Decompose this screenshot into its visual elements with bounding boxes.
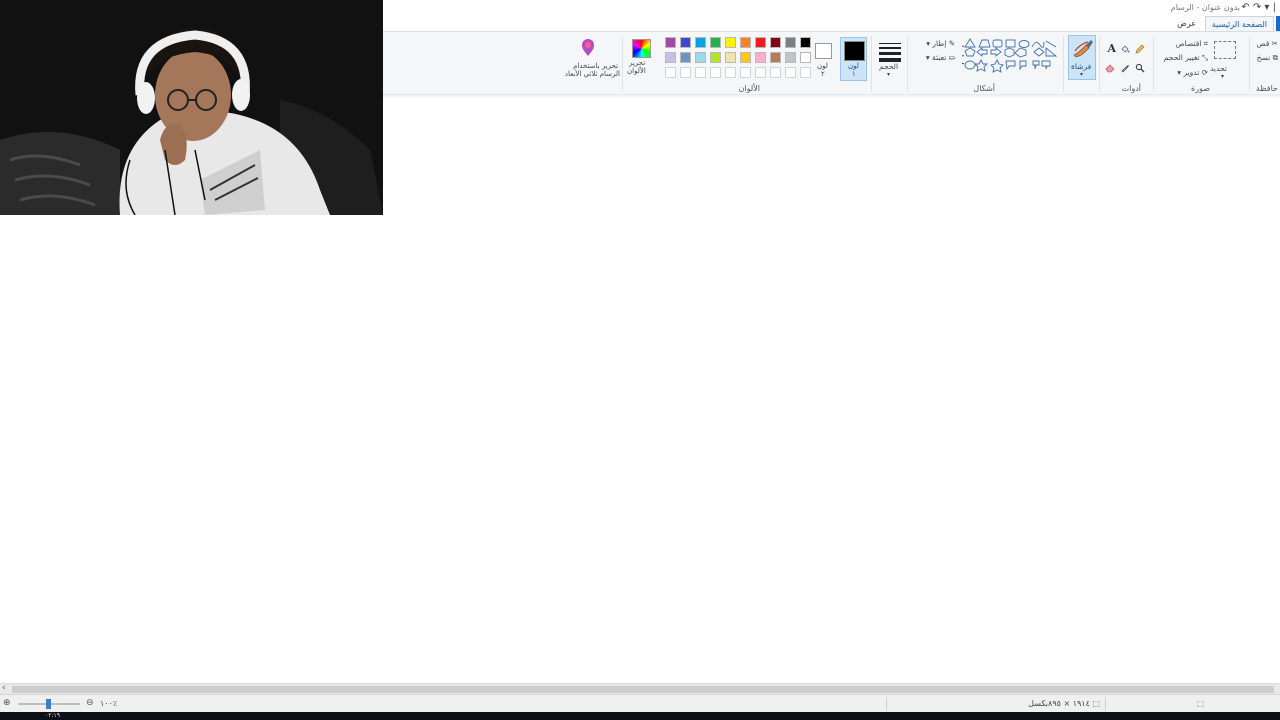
webcam-person-image — [0, 0, 383, 215]
palette-color-swatch[interactable] — [665, 52, 676, 63]
dimensions-icon: ⬚ — [1092, 699, 1100, 708]
chevron-down-icon: ▾ — [887, 71, 891, 78]
scrollbar-thumb[interactable] — [12, 686, 1274, 693]
palette-color-swatch[interactable] — [710, 37, 721, 48]
palette-color-swatch[interactable] — [770, 52, 781, 63]
color-picker-icon[interactable] — [1120, 63, 1130, 73]
color-wheel-icon — [632, 39, 651, 58]
palette-color-swatch[interactable] — [755, 37, 766, 48]
palette-color-swatch[interactable] — [740, 37, 751, 48]
palette-custom-swatch[interactable] — [680, 67, 691, 78]
palette-color-swatch[interactable] — [665, 37, 676, 48]
palette-custom-swatch[interactable] — [740, 67, 751, 78]
palette-color-swatch[interactable] — [740, 52, 751, 63]
brush-icon — [1073, 40, 1093, 58]
color1-swatch — [844, 41, 865, 61]
zoom-slider-thumb[interactable] — [46, 699, 51, 709]
fill-bucket-icon[interactable] — [1120, 44, 1130, 54]
clipboard-group-label: حافظة — [1255, 84, 1278, 93]
shapes-group-label: أشكال — [973, 84, 995, 93]
taskbar: ٠٢:١٩ — [0, 712, 1280, 720]
chevron-down-icon: ▾ — [1080, 71, 1084, 78]
palette-color-swatch[interactable] — [755, 52, 766, 63]
copy-icon: ⧉ — [1272, 53, 1278, 62]
color2-button[interactable]: لون ٢ — [811, 37, 835, 81]
palette-color-swatch[interactable] — [785, 52, 796, 63]
copy-button[interactable]: ⧉ نسخ — [1257, 53, 1278, 63]
rotate-icon: ⟳ — [1201, 68, 1208, 77]
chevron-down-icon: ▾ — [1177, 68, 1182, 77]
outline-button[interactable]: ✎ إطار ▾ — [926, 39, 955, 48]
rotate-button[interactable]: ⟳ تدوير ▾ — [1177, 68, 1208, 77]
palette-custom-swatch[interactable] — [800, 67, 811, 78]
chevron-down-icon: ▾ — [925, 53, 930, 62]
palette-custom-swatch[interactable] — [725, 67, 736, 78]
scroll-left-arrow-icon[interactable]: ‹ — [2, 683, 6, 693]
tab-home[interactable]: الصفحة الرئيسية — [1204, 16, 1274, 32]
chevron-down-icon: ▾ — [1221, 73, 1225, 80]
palette-color-swatch[interactable] — [680, 52, 691, 63]
palette-color-swatch[interactable] — [695, 52, 706, 63]
selection-size-icon: ⬚ — [1196, 699, 1204, 708]
crop-button[interactable]: ⌗ اقتصاص — [1176, 39, 1208, 49]
cut-button[interactable]: ✂ قص — [1257, 39, 1278, 48]
edit-with-paint3d-button[interactable]: تحرير باستخدام الرسام ثلاثي الأبعاد — [558, 37, 620, 81]
palette-color-swatch[interactable] — [695, 37, 706, 48]
fill-icon: ⛀ — [948, 53, 955, 62]
ribbon-tabs: الصفحة الرئيسية عرض — [383, 16, 1280, 32]
crop-icon: ⌗ — [1203, 39, 1208, 48]
palette-color-swatch[interactable] — [680, 37, 691, 48]
palette-custom-swatch[interactable] — [785, 67, 796, 78]
palette-color-swatch[interactable] — [800, 37, 811, 48]
resize-button[interactable]: ⤡ تغيير الحجم — [1164, 53, 1208, 63]
chevron-down-icon: ▾ — [926, 39, 930, 48]
quick-access-toolbar[interactable]: ↶ ↷ ▾ | — [1241, 2, 1276, 13]
status-bar: ⊕ ⊖ ١٠٠٪ ⬚ ١٩١٤ × ٨٩٥بكسل ⬚ — [0, 694, 1280, 713]
color1-button[interactable]: لون ١ — [840, 37, 867, 81]
palette-custom-swatch[interactable] — [755, 67, 766, 78]
file-tab-edge[interactable] — [1276, 16, 1280, 31]
select-button[interactable]: تحديد ▾ — [1210, 37, 1238, 80]
palette-custom-swatch[interactable] — [770, 67, 781, 78]
webcam-overlay — [0, 0, 383, 215]
paint3d-icon — [582, 39, 594, 56]
title-bar: بدون عنوان - الرسام ↶ ↷ ▾ | — [383, 0, 1280, 16]
colors-group-label: الألوان — [738, 84, 760, 93]
scissors-icon: ✂ — [1271, 39, 1278, 48]
window-title: بدون عنوان - الرسام — [1170, 3, 1240, 12]
image-dimensions: ⬚ ١٩١٤ × ٨٩٥بكسل — [1028, 699, 1100, 708]
palette-custom-swatch[interactable] — [695, 67, 706, 78]
zoom-in-icon[interactable]: ⊕ — [3, 698, 11, 708]
taskbar-clock: ٠٢:١٩ — [45, 712, 60, 719]
fill-button[interactable]: ⛀ تعبئة ▾ — [926, 53, 955, 62]
size-button[interactable]: الحجم ▾ — [876, 37, 904, 81]
palette-color-swatch[interactable] — [785, 37, 796, 48]
resize-icon: ⤡ — [1202, 53, 1208, 62]
palette-custom-swatch[interactable] — [710, 67, 721, 78]
shapes-icons — [962, 38, 1058, 73]
palette-color-swatch[interactable] — [800, 52, 811, 63]
eraser-icon[interactable] — [1105, 63, 1115, 73]
image-group-label: صورة — [1191, 84, 1210, 93]
outline-pen-icon: ✎ — [948, 39, 955, 48]
brushes-button[interactable]: فرشاة ▾ — [1068, 35, 1096, 80]
palette-custom-swatch[interactable] — [665, 67, 676, 78]
ribbon: ✂ قص ⧉ نسخ حافظة تحديد ▾ ⌗ اقتصاص ⤡ تغيي… — [383, 31, 1280, 96]
palette-color-swatch[interactable] — [710, 52, 721, 63]
edit-colors-button[interactable]: تحرير الألوان — [626, 37, 656, 81]
zoom-level: ١٠٠٪ — [100, 699, 118, 708]
palette-color-swatch[interactable] — [770, 37, 781, 48]
tab-view[interactable]: عرض — [1171, 16, 1202, 31]
select-rectangle-icon — [1214, 41, 1236, 59]
magnifier-icon[interactable] — [1135, 63, 1145, 73]
pencil-icon[interactable] — [1135, 44, 1145, 54]
color-palette — [661, 37, 811, 82]
tools-group-label: أدوات — [1121, 84, 1141, 93]
shapes-gallery[interactable] — [962, 37, 1060, 79]
color2-swatch — [815, 43, 832, 59]
palette-color-swatch[interactable] — [725, 37, 736, 48]
palette-color-swatch[interactable] — [725, 52, 736, 63]
zoom-out-icon[interactable]: ⊖ — [86, 698, 94, 708]
text-tool-icon[interactable]: A — [1107, 42, 1116, 55]
